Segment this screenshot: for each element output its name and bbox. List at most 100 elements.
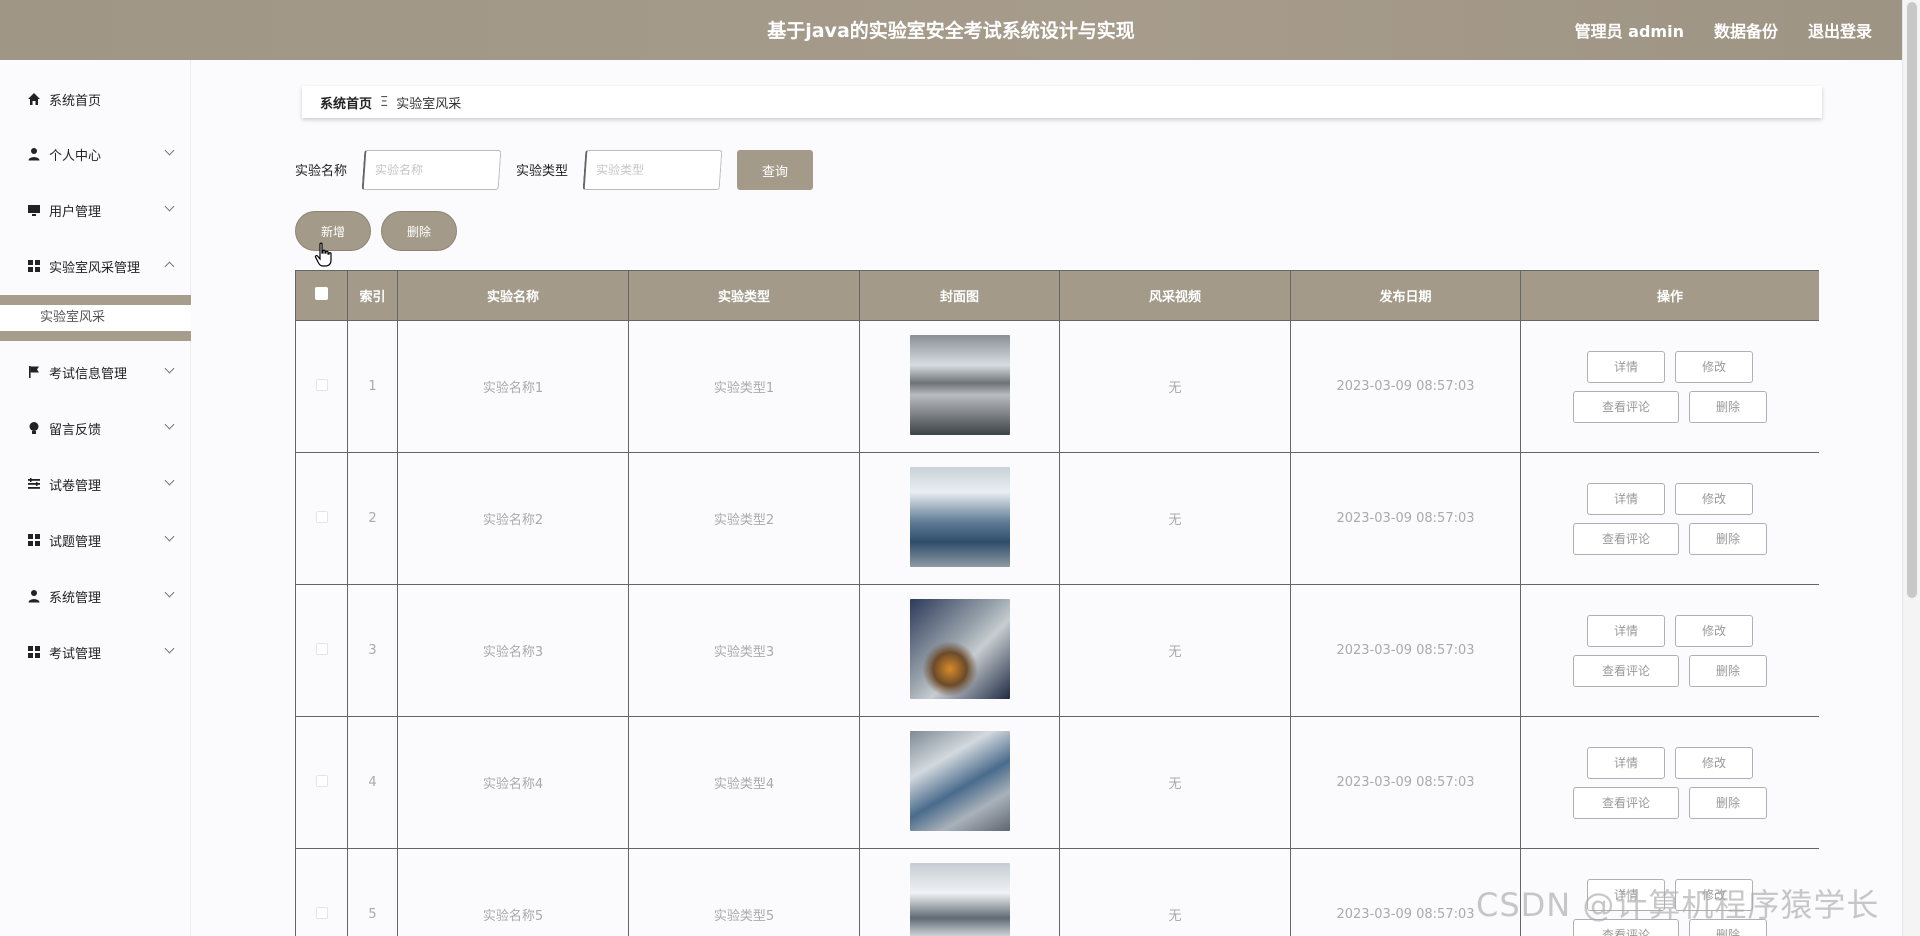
row-experiment-name: 实验名称4 — [397, 716, 629, 849]
column-header: 操作 — [1520, 270, 1819, 321]
row-publish-date: 2023-03-09 08:57:03 — [1290, 320, 1521, 453]
header-actions: 管理员 admin 数据备份 退出登录 — [1575, 0, 1872, 60]
cover-image[interactable] — [909, 466, 1010, 567]
experiment-type-label: 实验类型 — [516, 164, 569, 179]
row-checkbox[interactable] — [315, 642, 328, 655]
row-checkbox[interactable] — [315, 774, 328, 787]
sidebar-item-system-management[interactable]: 系统管理 — [0, 576, 191, 616]
chevron-down-icon — [164, 419, 175, 430]
data-table-container: 索引 实验名称 实验类型 封面图 风采视频 发布日期 操作 1 实验名称1 实验… — [295, 270, 1819, 936]
data-table: 索引 实验名称 实验类型 封面图 风采视频 发布日期 操作 1 实验名称1 实验… — [295, 270, 1819, 936]
table-header-row: 索引 实验名称 实验类型 封面图 风采视频 发布日期 操作 — [295, 270, 1819, 321]
chevron-down-icon — [164, 363, 175, 374]
row-index: 5 — [347, 848, 398, 936]
scrollbar-thumb[interactable] — [1907, 2, 1917, 598]
edit-button[interactable]: 修改 — [1675, 614, 1753, 647]
sidebar-item-paper-management[interactable]: 试卷管理 — [0, 464, 191, 504]
sidebar-item-lab-showcase-management[interactable]: 实验室风采管理 — [0, 246, 191, 286]
cover-image[interactable] — [909, 598, 1010, 699]
user-icon — [27, 147, 41, 161]
column-header: 封面图 — [859, 270, 1060, 321]
view-comments-button[interactable]: 查看评论 — [1573, 786, 1679, 819]
table-row: 3 实验名称3 实验类型3 无 2023-03-09 08:57:03 详情 修改… — [295, 584, 1819, 717]
table-row: 2 实验名称2 实验类型2 无 2023-03-09 08:57:03 详情 修改… — [295, 452, 1819, 585]
detail-button[interactable]: 详情 — [1587, 746, 1665, 779]
detail-button[interactable]: 详情 — [1587, 350, 1665, 383]
detail-button[interactable]: 详情 — [1587, 614, 1665, 647]
cover-image[interactable] — [909, 862, 1010, 936]
row-video: 无 — [1059, 320, 1291, 453]
row-index: 4 — [347, 716, 398, 849]
delete-button[interactable]: 删除 — [1689, 522, 1767, 555]
detail-button[interactable]: 详情 — [1587, 482, 1665, 515]
user-icon — [27, 589, 41, 603]
vertical-scrollbar[interactable] — [1902, 0, 1920, 936]
sidebar-item-label: 系统管理 — [49, 590, 102, 606]
column-header: 实验类型 — [628, 270, 860, 321]
sidebar-item-label: 个人中心 — [49, 148, 102, 164]
sidebar-item-label: 考试信息管理 — [49, 366, 128, 382]
sidebar-item-home[interactable]: 系统首页 — [0, 79, 191, 119]
edit-button[interactable]: 修改 — [1675, 482, 1753, 515]
select-all-checkbox[interactable] — [315, 287, 328, 300]
sidebar: 系统首页 个人中心 用户管理 实验室风采管理 实验室风采 考试信息管理 留言反馈… — [0, 60, 191, 936]
sidebar-item-personal-center[interactable]: 个人中心 — [0, 134, 191, 174]
breadcrumb: 系统首页 Ξ 实验室风采 — [302, 86, 1822, 118]
row-index: 2 — [347, 452, 398, 585]
sidebar-item-question-management[interactable]: 试题管理 — [0, 520, 191, 560]
row-index: 3 — [347, 584, 398, 717]
sidebar-item-label: 用户管理 — [49, 204, 102, 220]
delete-button[interactable]: 删除 — [1689, 786, 1767, 819]
table-row: 1 实验名称1 实验类型1 无 2023-03-09 08:57:03 详情 修改… — [295, 320, 1819, 453]
sidebar-item-user-management[interactable]: 用户管理 — [0, 190, 191, 230]
row-publish-date: 2023-03-09 08:57:03 — [1290, 452, 1521, 585]
chevron-down-icon — [164, 531, 175, 542]
chevron-up-icon — [164, 261, 175, 272]
row-video: 无 — [1059, 584, 1291, 717]
cover-image[interactable] — [909, 730, 1010, 831]
experiment-name-input[interactable] — [361, 150, 502, 190]
sidebar-item-label: 考试管理 — [49, 646, 102, 662]
edit-button[interactable]: 修改 — [1675, 350, 1753, 383]
logout-link[interactable]: 退出登录 — [1808, 18, 1872, 42]
admin-user-link[interactable]: 管理员 admin — [1575, 18, 1684, 42]
row-experiment-type: 实验类型4 — [628, 716, 860, 849]
breadcrumb-current: 实验室风采 — [396, 96, 462, 112]
breadcrumb-separator: Ξ — [380, 94, 389, 110]
column-header: 风采视频 — [1059, 270, 1291, 321]
chevron-down-icon — [164, 643, 175, 654]
experiment-name-label: 实验名称 — [295, 164, 348, 179]
delete-button[interactable]: 删除 — [1689, 390, 1767, 423]
batch-delete-button[interactable]: 删除 — [381, 211, 457, 251]
sidebar-subitem-lab-showcase[interactable]: 实验室风采 — [0, 305, 191, 331]
view-comments-button[interactable]: 查看评论 — [1573, 654, 1679, 687]
view-comments-button[interactable]: 查看评论 — [1573, 522, 1679, 555]
view-comments-button[interactable]: 查看评论 — [1573, 390, 1679, 423]
sidebar-item-exam-management[interactable]: 考试管理 — [0, 632, 191, 672]
row-checkbox[interactable] — [315, 510, 328, 523]
sidebar-item-exam-info[interactable]: 考试信息管理 — [0, 352, 191, 392]
sidebar-item-label: 试题管理 — [49, 534, 102, 550]
top-header: 基于java的实验室安全考试系统设计与实现 管理员 admin 数据备份 退出登… — [0, 0, 1902, 60]
query-button[interactable]: 查询 — [737, 150, 813, 190]
bulb-icon — [27, 421, 41, 435]
row-checkbox[interactable] — [315, 906, 328, 919]
sidebar-item-feedback[interactable]: 留言反馈 — [0, 408, 191, 448]
row-video: 无 — [1059, 716, 1291, 849]
delete-button[interactable]: 删除 — [1689, 654, 1767, 687]
row-experiment-name: 实验名称1 — [397, 320, 629, 453]
row-video: 无 — [1059, 452, 1291, 585]
data-backup-link[interactable]: 数据备份 — [1714, 18, 1778, 42]
monitor-icon — [27, 203, 41, 217]
row-checkbox[interactable] — [315, 378, 328, 391]
home-icon — [27, 92, 41, 106]
cover-image[interactable] — [909, 334, 1010, 435]
hand-cursor-icon — [314, 242, 332, 267]
experiment-type-input[interactable] — [582, 150, 723, 190]
edit-button[interactable]: 修改 — [1675, 746, 1753, 779]
row-experiment-type: 实验类型5 — [628, 848, 860, 936]
chevron-down-icon — [164, 201, 175, 212]
row-video: 无 — [1059, 848, 1291, 936]
breadcrumb-home[interactable]: 系统首页 — [320, 93, 372, 112]
chevron-down-icon — [164, 587, 175, 598]
